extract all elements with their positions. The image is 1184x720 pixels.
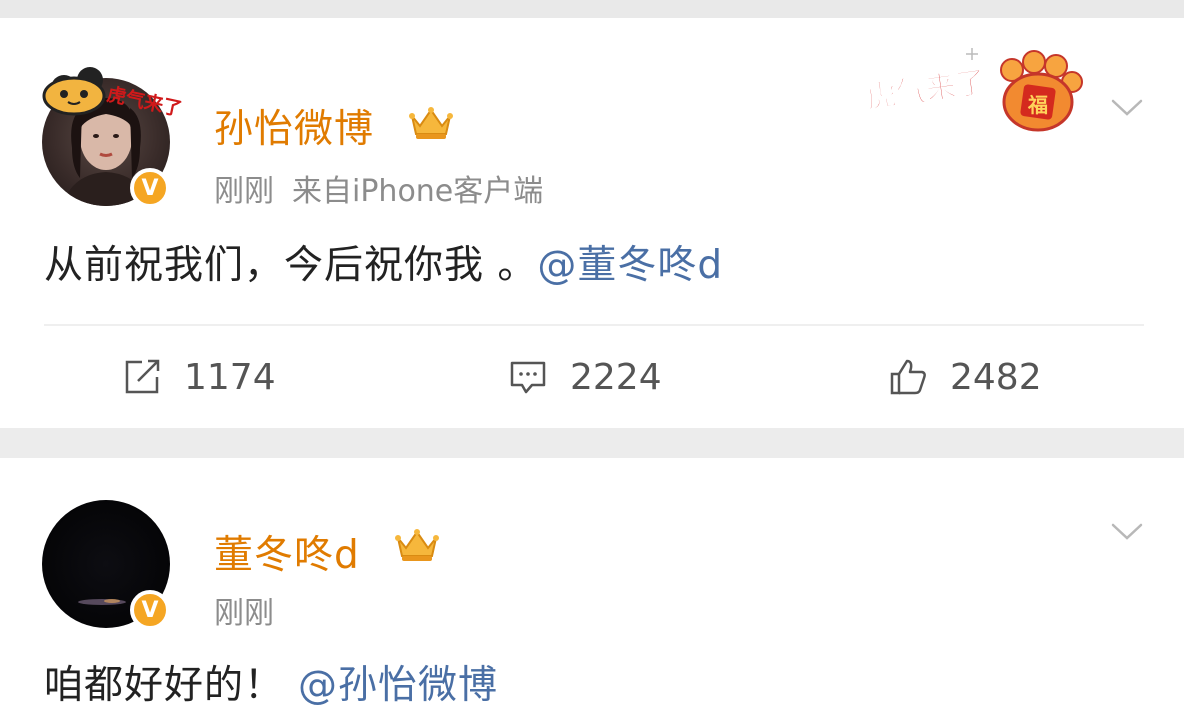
tiger-avatar-decoration: 虎气来了: [34, 58, 184, 128]
username[interactable]: 董冬咚d: [214, 524, 360, 580]
weibo-post-1: 虎气来了 V 孙怡微博 刚刚 来自iPhone客户端 虎气来了 福 从前祝我们，…: [0, 18, 1184, 428]
post-text: 从前祝我们，今后祝你我 。: [44, 243, 538, 288]
paw-icon: 福: [1000, 50, 1083, 132]
tiger-sticker: 虎气来了 福: [862, 42, 1088, 134]
weibo-post-2: V 董冬咚d 刚刚 咱都好好的！ @孙怡微博: [0, 458, 1184, 720]
mention-link[interactable]: @孙怡微博: [298, 663, 498, 708]
comment-button[interactable]: 2224: [508, 354, 662, 400]
post-meta: 刚刚 来自iPhone客户端: [214, 166, 543, 210]
svg-text:虎气来了: 虎气来了: [864, 65, 988, 116]
crown-icon: [409, 107, 453, 139]
post-time: 刚刚: [214, 174, 274, 209]
like-button[interactable]: 2482: [888, 354, 1042, 400]
chevron-down-icon[interactable]: [1110, 522, 1144, 542]
svg-text:虎气来了: 虎气来了: [105, 82, 184, 120]
post-meta: 刚刚: [214, 588, 274, 632]
svg-text:福: 福: [1027, 93, 1048, 117]
repost-icon: [125, 359, 160, 394]
divider: [44, 324, 1144, 326]
crown-icon: [395, 529, 439, 561]
post-text: 咱都好好的！: [44, 663, 285, 708]
comment-count: 2224: [570, 356, 662, 398]
verified-badge: V: [130, 168, 170, 208]
post-time: 刚刚: [214, 596, 274, 631]
mention-link[interactable]: @董冬咚d: [537, 243, 723, 288]
thumbs-up-icon: [890, 359, 926, 395]
repost-button[interactable]: 1174: [122, 354, 276, 400]
verified-badge: V: [130, 590, 170, 630]
like-count: 2482: [950, 356, 1042, 398]
post-source: 来自iPhone客户端: [292, 174, 544, 209]
username[interactable]: 孙怡微博: [214, 98, 374, 154]
top-strip: [0, 0, 1184, 18]
comment-icon: [510, 361, 546, 394]
post-content: 从前祝我们，今后祝你我 。@董冬咚d: [44, 234, 723, 290]
chevron-down-icon[interactable]: [1110, 98, 1144, 118]
repost-count: 1174: [184, 356, 276, 398]
post-content: 咱都好好的！ @孙怡微博: [44, 654, 498, 710]
